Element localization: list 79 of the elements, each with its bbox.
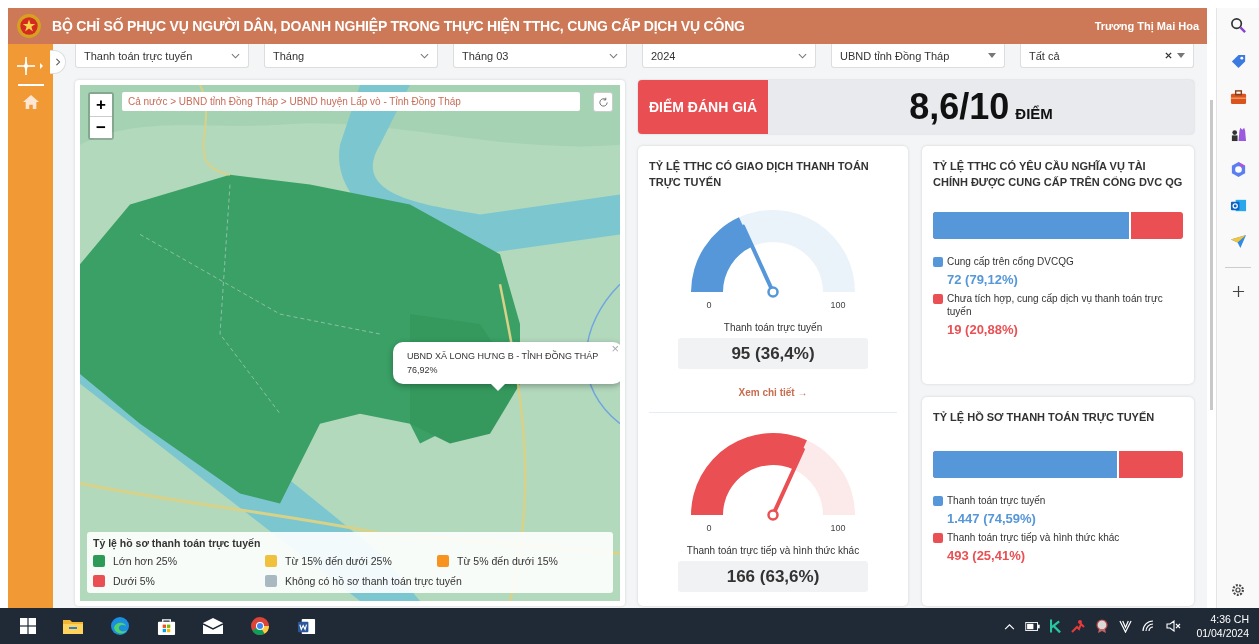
breadcrumb[interactable]: Cả nước > UBND tỉnh Đồng Tháp > UBND huyện Lấp vò - Tỉnh Đồng Tháp — [122, 92, 580, 111]
badge-icon[interactable] — [1095, 619, 1110, 633]
legend-label: Chưa tích hợp, cung cấp dịch vụ thanh toán trực tuyến — [947, 292, 1164, 318]
score-unit: ĐIỂM — [1015, 105, 1053, 122]
card-title: TỶ LỆ TTHC CÓ YÊU CẦU NGHĨA VỤ TÀI CHÍNH ĐƯỢC CUNG CẤP TRÊN CỔNG DVC QG — [933, 159, 1184, 190]
add-icon[interactable] — [1231, 285, 1245, 298]
gauge-value: 166 (63,6%) — [678, 561, 868, 592]
figure-app-icon[interactable] — [1071, 619, 1086, 633]
chevron-down-icon — [420, 52, 429, 59]
chevron-down-icon — [798, 52, 807, 59]
gauge-max-label: 100 — [830, 300, 846, 310]
scrollbar[interactable] — [1210, 100, 1214, 410]
chevron-right-icon — [53, 57, 62, 67]
settings-icon[interactable] — [1230, 582, 1246, 598]
filter-select[interactable]: 2024 — [642, 44, 816, 68]
legend-label: Không có hồ sơ thanh toán trực tuyến — [285, 575, 462, 587]
battery-icon[interactable] — [1025, 621, 1041, 631]
legend-label: Lớn hơn 25% — [113, 555, 177, 567]
page-title: BỘ CHỈ SỐ PHỤC VỤ NGƯỜI DÂN, DOANH NGHIỆP TRONG THỰC HIỆN TTHC, CUNG CẤP DỊCH VỤ CÔNG — [52, 18, 746, 34]
expand-button[interactable] — [50, 50, 66, 74]
filter-select[interactable]: Tháng 03 — [453, 44, 627, 68]
briefcase-icon[interactable] — [1229, 89, 1247, 106]
tooltip-value: 76,92% — [407, 365, 439, 375]
refresh-icon — [597, 96, 609, 108]
score-label: ĐIỂM ĐÁNH GIÁ — [638, 80, 768, 134]
store-icon[interactable] — [157, 616, 176, 636]
chevron-down-icon — [609, 52, 618, 59]
chess-icon[interactable] — [1229, 125, 1247, 142]
legend-title: Tỷ lệ hồ sơ thanh toán trực tuyến — [93, 537, 262, 549]
mail-app-icon[interactable] — [1229, 197, 1247, 214]
gauge-label: Thanh toán trực tuyến — [723, 322, 823, 333]
browser-icon[interactable] — [110, 616, 130, 636]
search-icon[interactable] — [1229, 17, 1247, 34]
gauge-value: 95 (36,4%) — [678, 338, 868, 369]
filter-select[interactable]: Tất cả — [1020, 44, 1194, 68]
clock[interactable]: 4:36 CH 01/04/2024 — [1196, 612, 1249, 640]
legend-value: 19 (20,88%) — [947, 322, 1019, 337]
document-app-icon[interactable] — [297, 616, 316, 636]
chevron-up-icon[interactable] — [1004, 622, 1016, 630]
caret-down-icon — [1177, 53, 1185, 58]
time-text: 4:36 CH — [1210, 612, 1249, 626]
filter-select[interactable]: Tháng — [264, 44, 438, 68]
k-app-icon[interactable] — [1050, 619, 1062, 633]
filter-select[interactable]: UBND tỉnh Đồng Tháp — [831, 44, 1005, 68]
tag-icon[interactable] — [1229, 53, 1247, 70]
legend-value: 1.447 (74,59%) — [947, 511, 1037, 526]
legend-label: Từ 5% đến dưới 15% — [457, 555, 558, 567]
legend-label: Thanh toán trực tiếp và hình thức khác — [947, 531, 1120, 544]
tooltip-title: UBND XÃ LONG HƯNG B - TỈNH ĐỒNG THÁP — [407, 351, 600, 361]
gauge-min-label: 0 — [706, 300, 712, 310]
zoom-out-button[interactable]: − — [90, 116, 112, 138]
gauge-label: Thanh toán trực tiếp và hình thức khác — [686, 545, 860, 556]
legend-value: 493 (25,41%) — [947, 548, 1027, 563]
send-icon[interactable] — [1229, 233, 1247, 250]
legend-label: Từ 15% đến dưới 25% — [285, 555, 392, 567]
gauge-max-label: 100 — [830, 523, 846, 533]
card-title: TỶ LỆ TTHC CÓ GIAO DỊCH THANH TOÁN TRỰC TUYẾN — [649, 159, 870, 190]
details-link[interactable]: Xem chi tiết → — [738, 387, 808, 398]
legend-value: 72 (79,12%) — [947, 272, 1019, 287]
chevron-down-icon — [231, 52, 240, 59]
windows-icon[interactable] — [20, 618, 36, 634]
filter-select[interactable]: Thanh toán trực tuyến — [75, 44, 249, 68]
legend-label: Cung cấp trên cổng DVCQG — [947, 255, 1074, 268]
folder-icon[interactable] — [63, 618, 83, 634]
mute-icon[interactable] — [1166, 620, 1183, 632]
date-text: 01/04/2024 — [1196, 626, 1249, 640]
card-title: TỶ LỆ HỒ SƠ THANH TOÁN TRỰC TUYẾN — [933, 410, 1156, 425]
score-value: 8,6/10 — [909, 86, 1010, 128]
v-app-icon[interactable] — [1119, 619, 1133, 633]
clear-icon[interactable] — [1165, 52, 1172, 59]
chrome-icon[interactable] — [250, 616, 270, 636]
legend-label: Dưới 5% — [113, 575, 155, 587]
legend-label: Thanh toán trực tuyến — [947, 494, 1046, 507]
mail-icon[interactable] — [203, 618, 223, 634]
emblem-icon — [16, 13, 42, 39]
caret-down-icon — [988, 53, 996, 58]
gauge-min-label: 0 — [706, 523, 712, 533]
refresh-button[interactable] — [593, 92, 613, 112]
zoom-in-button[interactable]: + — [90, 94, 112, 116]
